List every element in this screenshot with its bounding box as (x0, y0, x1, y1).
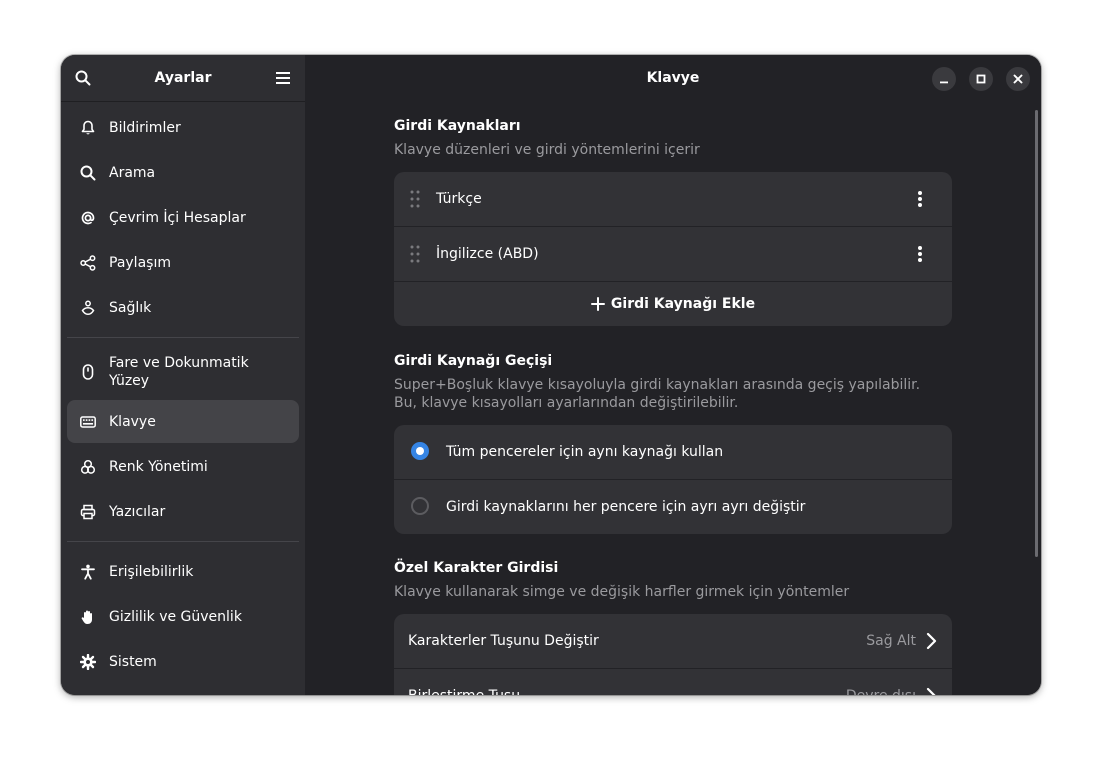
sidebar-item-privacy[interactable]: Gizlilik ve Güvenlik (67, 595, 299, 638)
main-panel: Klavye Girdi Kaynakları Klavye düzenleri… (305, 55, 1041, 695)
search-icon (79, 164, 97, 182)
gear-icon (79, 653, 97, 671)
share-icon (79, 254, 97, 272)
input-source-row[interactable]: Türkçe (394, 172, 952, 227)
radio-button-selected[interactable] (411, 442, 429, 460)
sidebar-item-label: Renk Yönetimi (109, 458, 208, 475)
keyboard-icon (79, 413, 97, 431)
alternate-chars-key-row[interactable]: Karakterler Tuşunu Değiştir Sağ Alt (394, 614, 952, 669)
section-description-input-sources: Klavye düzenleri ve girdi yöntemlerini i… (394, 142, 700, 158)
drag-handle-icon[interactable] (410, 245, 420, 263)
wellbeing-icon (79, 299, 97, 317)
radio-label: Girdi kaynaklarını her pencere için ayrı… (446, 499, 806, 515)
input-source-label: Türkçe (436, 191, 482, 207)
section-title-input-sources: Girdi Kaynakları (394, 118, 521, 134)
sidebar-item-system[interactable]: Sistem (67, 640, 299, 683)
sidebar-item-label: Çevrim İçi Hesaplar (109, 209, 246, 226)
sidebar-separator (67, 541, 299, 542)
sidebar-item-wellbeing[interactable]: Sağlık (67, 286, 299, 329)
compose-key-row[interactable]: Birleştirme Tuşu Devre dışı (394, 669, 952, 695)
section-description-special-chars: Klavye kullanarak simge ve değişik harfl… (394, 584, 850, 600)
at-sign-icon (79, 209, 97, 227)
mouse-icon (79, 363, 97, 381)
scrollbar[interactable] (1035, 110, 1038, 557)
sidebar-item-color[interactable]: Renk Yönetimi (67, 445, 299, 488)
minimize-button[interactable] (932, 67, 956, 91)
bell-icon (79, 119, 97, 137)
more-options-icon[interactable] (912, 243, 928, 265)
more-options-icon[interactable] (912, 188, 928, 210)
row-value: Devre dışı (846, 669, 916, 695)
sidebar-title: Ayarlar (154, 70, 212, 86)
sidebar-item-label: Sağlık (109, 299, 152, 316)
add-input-source-button[interactable]: Girdi Kaynağı Ekle (394, 282, 952, 326)
drag-handle-icon[interactable] (410, 190, 420, 208)
sidebar-item-printers[interactable]: Yazıcılar (67, 490, 299, 533)
input-source-row[interactable]: İngilizce (ABD) (394, 227, 952, 282)
maximize-icon (976, 74, 986, 84)
section-description-switching: Super+Boşluk klavye kısayoluyla girdi ka… (394, 377, 921, 393)
main-menu-button[interactable] (271, 66, 295, 90)
sidebar-item-label: Bildirimler (109, 119, 181, 136)
add-input-source-label: Girdi Kaynağı Ekle (610, 296, 756, 312)
radio-row-per-window[interactable]: Girdi kaynaklarını her pencere için ayrı… (394, 480, 952, 534)
keyboard-settings-content: Girdi Kaynakları Klavye düzenleri ve gir… (394, 117, 952, 695)
section-title-special-chars: Özel Karakter Girdisi (394, 560, 559, 576)
radio-label: Tüm pencereler için aynı kaynağı kullan (446, 444, 724, 460)
close-button[interactable] (1006, 67, 1030, 91)
sidebar: Ayarlar Bildirimler Arama Çevrim İçi Hes… (61, 55, 305, 695)
sidebar-item-label: Erişilebilirlik (109, 563, 194, 580)
printer-icon (79, 503, 97, 521)
sidebar-item-sharing[interactable]: Paylaşım (67, 241, 299, 284)
section-title-switching: Girdi Kaynağı Geçişi (394, 353, 553, 369)
sidebar-separator (67, 337, 299, 338)
sidebar-header: Ayarlar (61, 55, 305, 102)
sidebar-item-label: Fare ve Dokunmatik Yüzey (109, 355, 249, 389)
input-source-label: İngilizce (ABD) (436, 246, 539, 262)
maximize-button[interactable] (969, 67, 993, 91)
sidebar-list: Bildirimler Arama Çevrim İçi Hesaplar Pa… (61, 102, 305, 683)
row-label: Birleştirme Tuşu (408, 669, 520, 695)
chevron-right-icon (926, 687, 936, 695)
sidebar-item-accessibility[interactable]: Erişilebilirlik (67, 550, 299, 593)
sidebar-item-online-accounts[interactable]: Çevrim İçi Hesaplar (67, 196, 299, 239)
sidebar-item-label: Paylaşım (109, 254, 171, 271)
switching-options: Tüm pencereler için aynı kaynağı kullan … (394, 425, 952, 534)
sidebar-item-search[interactable]: Arama (67, 151, 299, 194)
section-description-switching-2: Bu, klavye kısayolları ayarlarından deği… (394, 395, 739, 411)
special-chars-list: Karakterler Tuşunu Değiştir Sağ Alt Birl… (394, 614, 952, 695)
page-title: Klavye (646, 70, 700, 86)
row-value: Sağ Alt (866, 633, 916, 649)
input-sources-list: Türkçe İngilizce (ABD) Girdi Kaynağı Ekl… (394, 172, 952, 326)
sidebar-item-label: Arama (109, 164, 156, 181)
accessibility-icon (79, 563, 97, 581)
sidebar-item-notifications[interactable]: Bildirimler (67, 106, 299, 149)
settings-window: Ayarlar Bildirimler Arama Çevrim İçi Hes… (61, 55, 1041, 695)
sidebar-item-label: Klavye (109, 413, 156, 430)
radio-row-same-source[interactable]: Tüm pencereler için aynı kaynağı kullan (394, 425, 952, 480)
radio-button[interactable] (411, 497, 429, 515)
hamburger-menu-icon (276, 72, 290, 84)
sidebar-item-label: Sistem (109, 653, 157, 670)
color-management-icon (79, 458, 97, 476)
plus-icon (590, 297, 605, 311)
sidebar-item-label: Yazıcılar (109, 503, 166, 520)
hand-icon (79, 608, 97, 626)
chevron-right-icon (926, 632, 937, 650)
row-label: Karakterler Tuşunu Değiştir (408, 633, 599, 649)
sidebar-item-keyboard[interactable]: Klavye (67, 400, 299, 443)
main-header: Klavye (305, 55, 1041, 101)
sidebar-item-mouse-touchpad[interactable]: Fare ve Dokunmatik Yüzey (67, 346, 299, 398)
close-icon (1013, 74, 1023, 84)
minimize-icon (940, 81, 948, 84)
sidebar-item-label: Gizlilik ve Güvenlik (109, 608, 242, 625)
